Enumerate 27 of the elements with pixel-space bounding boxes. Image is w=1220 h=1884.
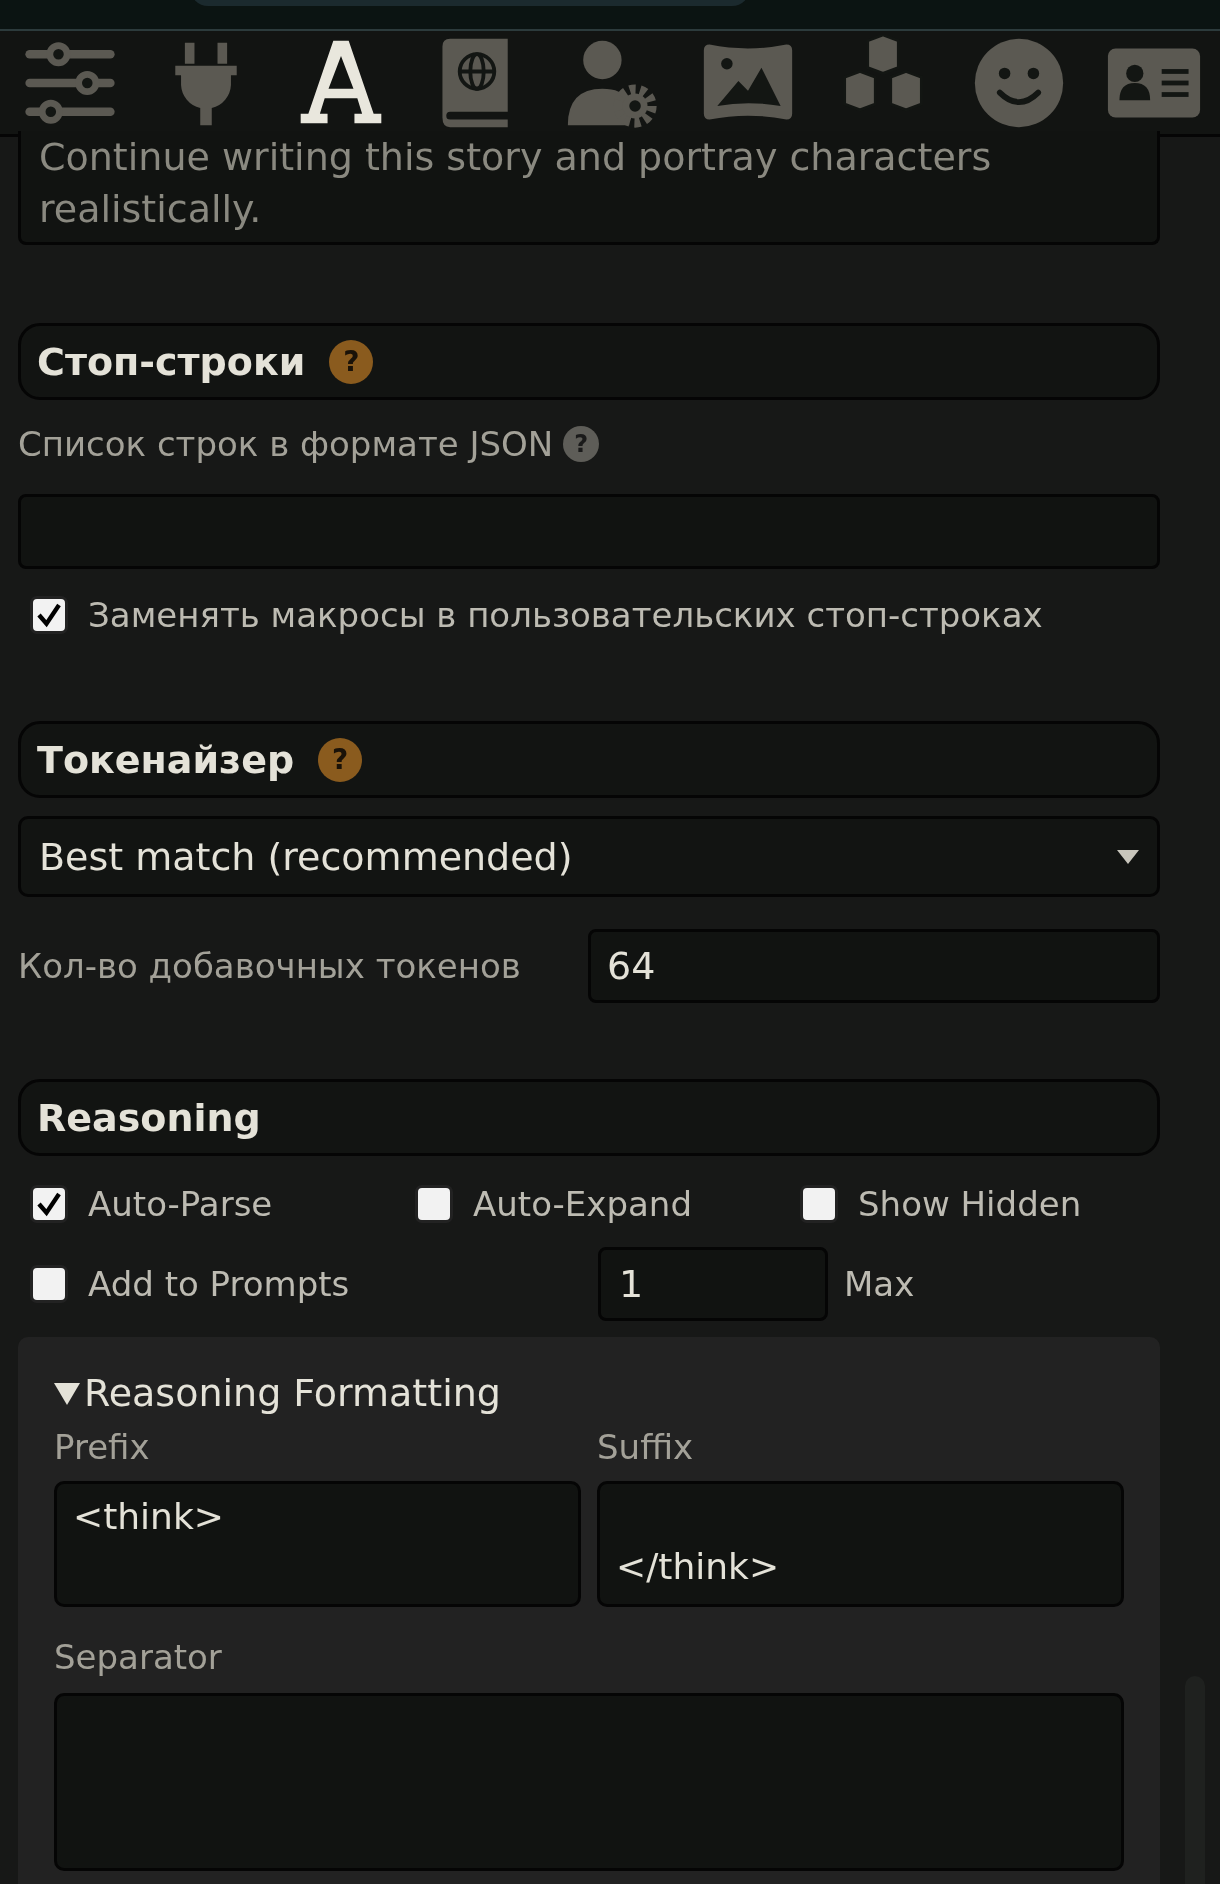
checkbox-label: Auto-Parse [88, 1184, 273, 1224]
collapsible-summary[interactable]: Reasoning Formatting [54, 1371, 1124, 1415]
checkbox[interactable] [415, 1185, 453, 1223]
field-label: Кол-во добавочных токенов [18, 946, 522, 986]
section-title: Reasoning [37, 1095, 261, 1140]
checkbox-label: Show Hidden [858, 1184, 1082, 1224]
prompt-textarea[interactable]: Continue writing this story and portray characters realistically. [18, 131, 1160, 245]
unit-label: Max [844, 1264, 915, 1304]
section-title: Стоп-строки [37, 339, 306, 384]
checkbox[interactable] [30, 1185, 68, 1223]
checkbox[interactable] [30, 1265, 68, 1303]
dropdown-caret-icon [1117, 849, 1139, 864]
tokenizer-select[interactable]: Best match (recommended) [18, 816, 1160, 897]
field-label: Prefix [54, 1427, 151, 1467]
field-label: Suffix [597, 1427, 695, 1467]
number-input-field[interactable]: 1 [598, 1247, 828, 1321]
field-label: Список строк в формате JSON [18, 424, 554, 464]
field-label: Separator [54, 1637, 223, 1677]
checkbox-label: Auto-Expand [473, 1184, 692, 1224]
suffix-textarea[interactable]: </think> [597, 1481, 1124, 1607]
checkbox-label: Заменять макросы в пользовательских стоп-строках [88, 595, 1043, 635]
section-title: Токенайзер [37, 737, 295, 782]
checkbox[interactable] [30, 596, 68, 634]
number-input-field[interactable]: 64 [588, 929, 1160, 1003]
prefix-textarea[interactable]: <think> [54, 1481, 581, 1607]
checkbox[interactable] [800, 1185, 838, 1223]
checkbox-label: Add to Prompts [88, 1264, 350, 1304]
